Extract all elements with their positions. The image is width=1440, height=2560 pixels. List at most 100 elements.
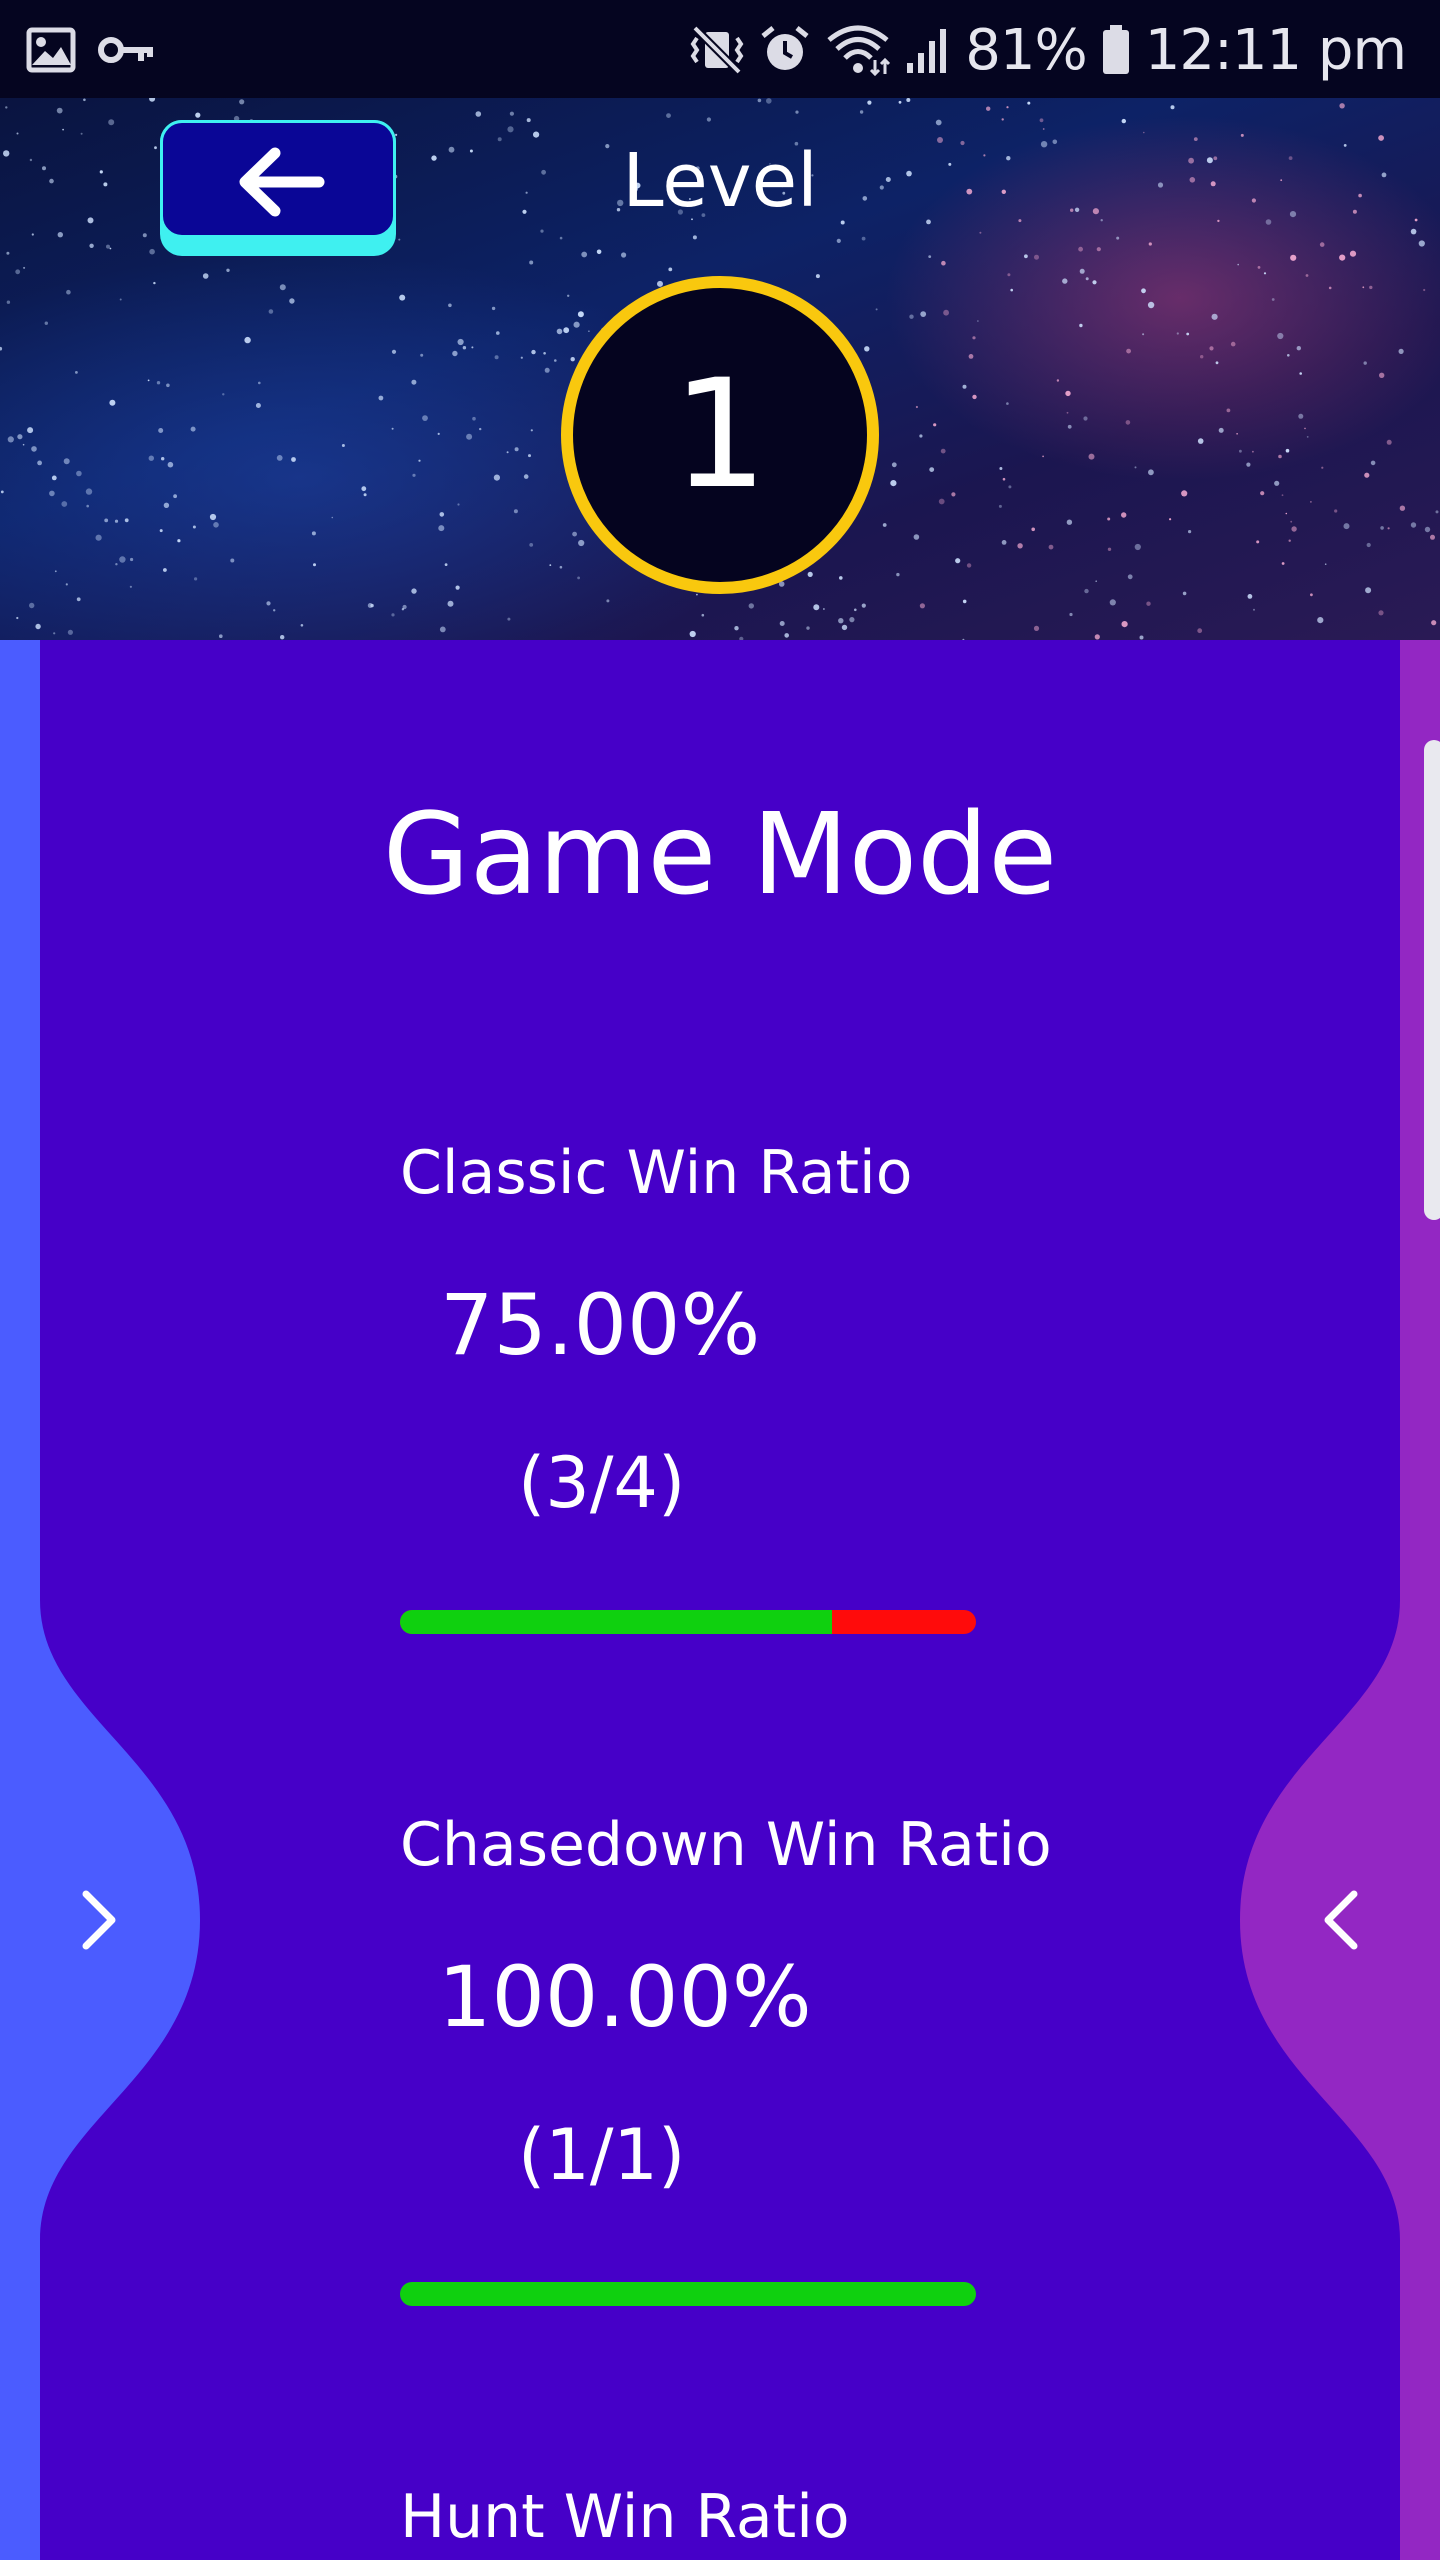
star: [1287, 354, 1290, 357]
star: [0, 346, 3, 351]
star: [268, 309, 274, 314]
star: [1002, 477, 1006, 481]
star: [119, 556, 126, 563]
star: [266, 601, 271, 606]
star: [1256, 540, 1260, 544]
star: [1386, 439, 1392, 445]
star: [841, 624, 848, 631]
star: [779, 621, 785, 626]
back-button-face[interactable]: [160, 120, 396, 238]
star: [56, 107, 63, 114]
star: [1379, 372, 1385, 378]
star: [1017, 543, 1023, 549]
star: [937, 137, 943, 143]
star: [300, 624, 304, 627]
star: [455, 585, 460, 590]
star: [836, 238, 841, 243]
star: [95, 534, 102, 541]
star: [972, 336, 976, 340]
star: [573, 321, 580, 328]
star: [955, 558, 961, 564]
star: [1169, 518, 1172, 521]
star: [1125, 420, 1131, 425]
star: [1328, 286, 1332, 290]
star: [1095, 580, 1097, 582]
star: [153, 281, 156, 285]
star: [51, 475, 57, 481]
star: [161, 457, 165, 461]
star: [1078, 246, 1083, 252]
star: [444, 563, 448, 566]
star: [1362, 286, 1365, 289]
star: [943, 309, 949, 316]
star: [457, 503, 460, 506]
star: [62, 128, 64, 131]
star: [1006, 402, 1009, 405]
star: [1018, 219, 1022, 223]
star: [114, 519, 119, 523]
star: [219, 634, 223, 638]
star: [6, 251, 10, 255]
star: [1092, 208, 1099, 215]
star: [44, 321, 48, 325]
star: [1211, 313, 1218, 320]
mute-vibrate-icon: [690, 25, 744, 75]
star: [1210, 181, 1216, 187]
star: [578, 539, 585, 547]
star: [1010, 288, 1013, 292]
star: [938, 498, 945, 505]
star: [1147, 301, 1155, 309]
star: [85, 488, 93, 495]
star: [1109, 599, 1116, 606]
star: [54, 570, 57, 573]
star: [1358, 193, 1362, 198]
star: [194, 577, 198, 581]
star: [244, 336, 251, 344]
star: [313, 563, 316, 567]
star: [1200, 355, 1204, 359]
star: [1141, 288, 1146, 294]
star: [1182, 591, 1187, 596]
signal-icon: [907, 29, 947, 73]
star: [1218, 427, 1224, 433]
star: [163, 568, 167, 572]
star: [531, 349, 536, 355]
star: [163, 502, 170, 508]
star: [1281, 494, 1284, 497]
star: [567, 294, 570, 297]
star: [1265, 219, 1272, 225]
star: [554, 359, 557, 362]
star: [370, 603, 374, 608]
back-button[interactable]: [160, 120, 396, 256]
star: [1274, 480, 1280, 486]
star: [1142, 333, 1145, 336]
star: [1189, 177, 1196, 183]
star: [129, 585, 132, 588]
star: [513, 509, 518, 514]
chevron-right-icon[interactable]: [76, 1888, 124, 1952]
star: [49, 490, 55, 497]
star: [1363, 361, 1367, 365]
star: [1040, 141, 1048, 148]
star: [1121, 118, 1127, 124]
battery-percent: 81%: [965, 17, 1087, 83]
star: [849, 617, 855, 623]
content-background: [0, 640, 1440, 2560]
star: [411, 379, 417, 385]
star: [6, 300, 11, 304]
star: [213, 522, 219, 528]
star: [972, 394, 977, 400]
chevron-left-icon[interactable]: [1316, 1888, 1364, 1952]
star: [1127, 574, 1133, 580]
classic-win-percent: 75.00%: [440, 1276, 761, 1374]
star: [529, 543, 534, 547]
star: [1334, 509, 1338, 513]
battery-icon: [1102, 25, 1129, 74]
star: [891, 462, 897, 468]
star: [1070, 208, 1074, 212]
star: [960, 140, 965, 146]
star: [962, 384, 967, 389]
star: [940, 448, 946, 454]
star: [1100, 219, 1103, 222]
level-label: Level: [622, 138, 818, 224]
